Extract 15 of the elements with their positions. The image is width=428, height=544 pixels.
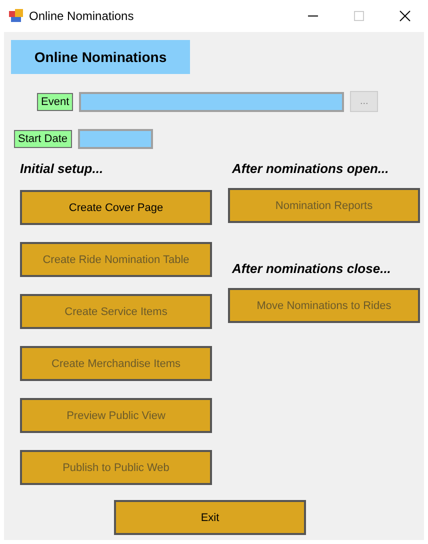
action-button[interactable]: Create Cover Page: [20, 190, 212, 225]
section-heading: After nominations close...: [232, 261, 392, 276]
event-field[interactable]: [79, 92, 344, 112]
app-icon: [9, 9, 23, 23]
window-title: Online Nominations: [29, 9, 135, 23]
maximize-icon[interactable]: [353, 10, 365, 22]
event-label: Event: [37, 92, 74, 110]
header-label: Online Nominations: [11, 40, 190, 74]
close-icon[interactable]: [399, 10, 411, 22]
section-heading: Initial setup...: [20, 161, 104, 176]
start-date-label: Start Date: [14, 130, 72, 148]
start-date-field[interactable]: [78, 129, 153, 149]
browse-button[interactable]: ...: [350, 91, 378, 112]
exit-button[interactable]: Exit: [114, 500, 306, 535]
section-heading: After nominations open...: [232, 161, 390, 176]
